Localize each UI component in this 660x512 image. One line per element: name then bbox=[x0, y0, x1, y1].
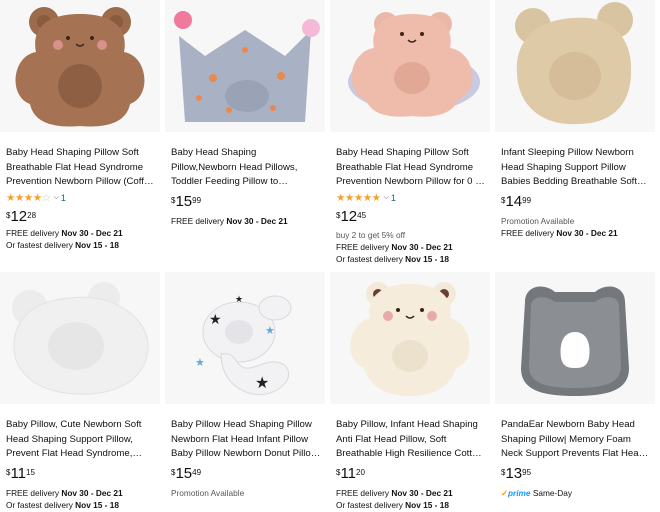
chevron-down-icon[interactable]: ⌵ bbox=[54, 194, 59, 202]
white-bear-pillow-image[interactable] bbox=[0, 272, 160, 404]
product-card[interactable]: ★ ★ ★ ★ ★ Baby Pillow Head Shaping Pillo… bbox=[165, 272, 325, 499]
product-card[interactable]: Infant Sleeping Pillow Newborn Head Shap… bbox=[495, 0, 655, 239]
price[interactable]: $ 11 20 bbox=[330, 465, 490, 484]
star-rating-icon: ★★★★★ bbox=[336, 191, 381, 204]
promo-text[interactable]: Promotion Available bbox=[495, 215, 655, 227]
svg-text:★: ★ bbox=[265, 325, 275, 337]
delivery-info: FREE delivery Nov 30 - Dec 21 bbox=[336, 487, 453, 498]
product-title[interactable]: Baby Head Shaping Pillow Soft Breathable… bbox=[0, 146, 160, 190]
svg-text:★: ★ bbox=[255, 375, 269, 392]
promo-text: buy 2 to get 5% off bbox=[336, 229, 406, 240]
brown-bear-pillow-image[interactable] bbox=[0, 0, 160, 132]
price[interactable]: $ 12 28 bbox=[0, 208, 160, 227]
star-donut-pillow-image[interactable]: ★ ★ ★ ★ ★ bbox=[165, 272, 325, 404]
price[interactable]: $ 14 99 bbox=[495, 193, 655, 212]
tan-bear-pillow-image[interactable] bbox=[495, 0, 655, 132]
fastest-delivery-info: Or fastest delivery Nov 15 - 18 bbox=[6, 239, 119, 250]
product-title[interactable]: Baby Pillow Head Shaping Pillow Newborn … bbox=[165, 418, 325, 462]
product-card[interactable]: Baby Pillow, Infant Head Shaping Anti Fl… bbox=[330, 272, 490, 511]
product-card[interactable]: Baby Head Shaping Pillow Soft Breathable… bbox=[330, 0, 490, 265]
svg-text:★: ★ bbox=[195, 357, 205, 369]
svg-text:★: ★ bbox=[235, 294, 243, 304]
price[interactable]: $ 13 95 bbox=[495, 465, 655, 484]
product-title[interactable]: Baby Pillow, Infant Head Shaping Anti Fl… bbox=[330, 418, 490, 462]
product-title[interactable]: PandaEar Newborn Baby Head Shaping Pillo… bbox=[495, 418, 655, 462]
price[interactable]: $ 11 15 bbox=[0, 465, 160, 484]
product-title[interactable]: Baby Head Shaping Pillow Soft Breathable… bbox=[330, 146, 490, 190]
delivery-info: FREE delivery Nov 30 - Dec 21 bbox=[6, 487, 123, 498]
rating-count[interactable]: 1 bbox=[391, 193, 396, 203]
product-card[interactable]: Baby Head Shaping Pillow,Newborn Head Pi… bbox=[165, 0, 325, 227]
price[interactable]: $ 15 99 bbox=[165, 193, 325, 212]
promo-text[interactable]: Promotion Available bbox=[165, 487, 325, 499]
cream-bear-pillow-image[interactable] bbox=[330, 272, 490, 404]
price[interactable]: $ 15 49 bbox=[165, 465, 325, 484]
star-rating-icon: ★★★★☆ bbox=[6, 191, 51, 204]
product-card[interactable]: PandaEar Newborn Baby Head Shaping Pillo… bbox=[495, 272, 655, 499]
product-title[interactable]: Baby Head Shaping Pillow,Newborn Head Pi… bbox=[165, 146, 325, 190]
crown-pillow-image[interactable] bbox=[165, 0, 325, 132]
price[interactable]: $ 12 45 bbox=[330, 208, 490, 227]
product-title[interactable]: Infant Sleeping Pillow Newborn Head Shap… bbox=[495, 146, 655, 190]
delivery-info: FREE delivery Nov 30 - Dec 21 bbox=[6, 227, 123, 238]
fastest-delivery-info: Or fastest delivery Nov 15 - 18 bbox=[336, 254, 449, 265]
svg-text:★: ★ bbox=[209, 311, 222, 327]
product-card[interactable]: Baby Head Shaping Pillow Soft Breathable… bbox=[0, 0, 160, 251]
grey-memory-foam-pillow-image[interactable] bbox=[495, 272, 655, 404]
delivery-info: FREE delivery Nov 30 - Dec 21 bbox=[171, 215, 288, 226]
fastest-delivery-info: Or fastest delivery Nov 15 - 18 bbox=[336, 499, 449, 510]
prime-check-icon: ✓ bbox=[501, 487, 508, 498]
pink-bear-pillow-image[interactable] bbox=[330, 0, 490, 132]
chevron-down-icon[interactable]: ⌵ bbox=[384, 194, 389, 202]
rating-count[interactable]: 1 bbox=[61, 193, 66, 203]
rating-row[interactable]: ★★★★★ ⌵ 1 bbox=[330, 191, 490, 205]
prime-badge: ✓prime Same-Day bbox=[501, 487, 573, 498]
delivery-info: FREE delivery Nov 30 - Dec 21 bbox=[336, 241, 453, 252]
rating-row[interactable]: ★★★★☆ ⌵ 1 bbox=[0, 191, 160, 205]
delivery-info: FREE delivery Nov 30 - Dec 21 bbox=[501, 227, 618, 238]
product-title[interactable]: Baby Pillow, Cute Newborn Soft Head Shap… bbox=[0, 418, 160, 462]
product-card[interactable]: Baby Pillow, Cute Newborn Soft Head Shap… bbox=[0, 272, 160, 511]
fastest-delivery-info: Or fastest delivery Nov 15 - 18 bbox=[6, 499, 119, 510]
